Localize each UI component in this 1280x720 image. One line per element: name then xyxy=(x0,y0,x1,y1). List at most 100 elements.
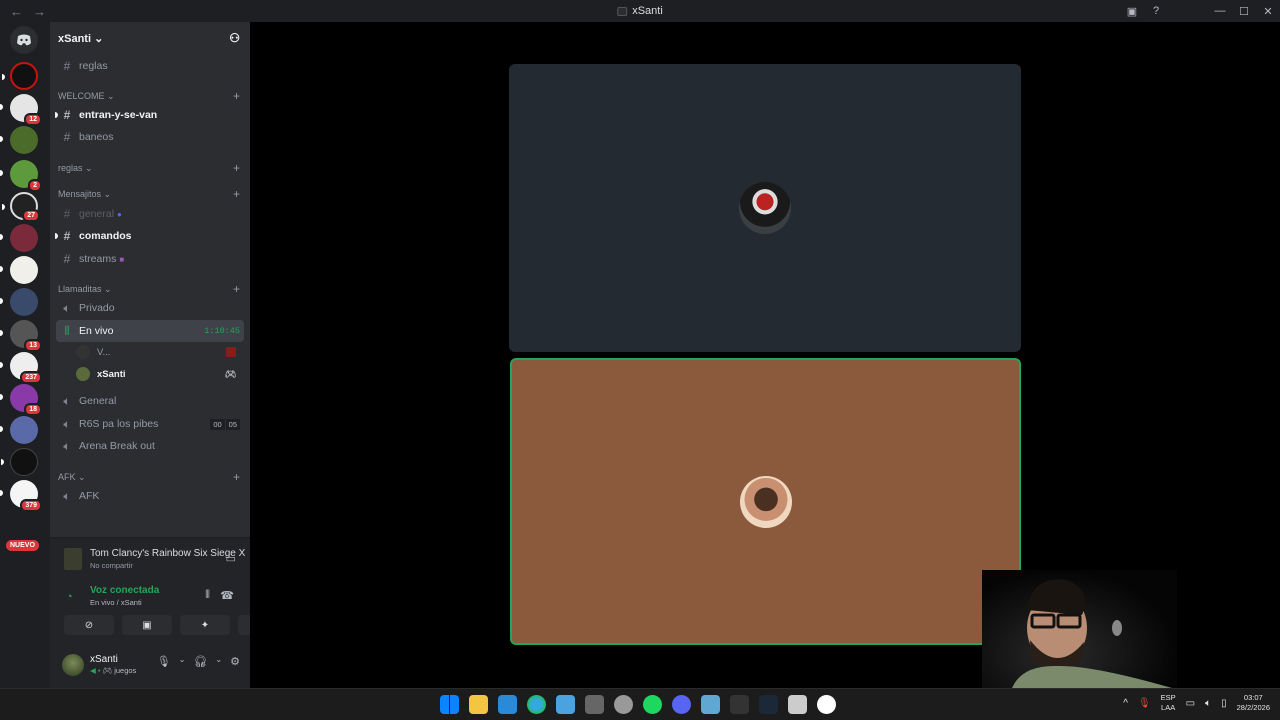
new-badge: NUEVO xyxy=(6,540,39,551)
title-bar: ← → xSanti ▣ ? — ☐ ✕ xyxy=(0,0,1280,22)
participant-tile-speaking[interactable] xyxy=(510,358,1021,645)
hash-icon: # xyxy=(63,207,71,221)
participant-avatar xyxy=(739,182,791,234)
close-icon[interactable]: ✕ xyxy=(1256,5,1280,18)
discord-home-icon[interactable] xyxy=(10,26,38,54)
server-icon[interactable]: 379 xyxy=(0,480,42,512)
add-channel-icon[interactable]: + xyxy=(233,470,240,484)
server-icon[interactable] xyxy=(0,256,38,284)
user-panel: xSanti ◀︎ • 🎮︎ juegos 🎙︎ ⌄ 🎧︎ ⌄ ⚙ xyxy=(50,641,250,688)
gear-icon[interactable]: ⚙ xyxy=(230,655,240,668)
back-arrow-icon[interactable]: ← xyxy=(10,4,23,19)
voice-channel-en-vivo[interactable]: ⦀ En vivo 1:10:45 xyxy=(56,320,244,342)
noise-suppression-icon[interactable]: ⦀ xyxy=(205,589,210,602)
steam-icon[interactable] xyxy=(759,695,778,714)
help-icon[interactable]: ? xyxy=(1144,5,1168,17)
server-icon[interactable] xyxy=(0,224,38,252)
calculator-icon[interactable] xyxy=(585,695,604,714)
add-member-icon[interactable]: ⚇ xyxy=(229,31,240,45)
microphone-icon[interactable]: 🎙︎ xyxy=(1138,698,1151,709)
server-icon[interactable]: 13 xyxy=(0,320,42,352)
server-list: 12 2 27 13 237 18 379 NUEVO xyxy=(0,22,50,688)
category-welcome[interactable]: WELCOME ⌄ + xyxy=(58,88,240,104)
headphones-icon[interactable]: 🎧︎ xyxy=(193,655,207,668)
avatar xyxy=(76,345,90,359)
network-icon[interactable]: ▭ xyxy=(1186,698,1195,709)
hash-icon: # xyxy=(63,252,71,266)
battery-icon[interactable]: ▯ xyxy=(1221,698,1227,709)
category-mensajitos[interactable]: Mensajitos ⌄ + xyxy=(58,186,240,202)
voice-connection-panel: ◔ Voz conectada En vivo / xSanti ⦀ ☎ ⊘ ▣… xyxy=(50,579,288,641)
speaker-icon: 🔈︎ xyxy=(63,438,71,453)
window-title-text: xSanti xyxy=(632,5,663,17)
voice-channel-arena[interactable]: 🔈︎ Arena Break out xyxy=(56,435,244,457)
add-channel-icon[interactable]: + xyxy=(233,282,240,296)
spotify-icon[interactable] xyxy=(643,695,662,714)
screen-share-button[interactable]: ▣ xyxy=(122,615,172,635)
start-menu-icon[interactable] xyxy=(440,695,459,714)
volume-icon[interactable]: 🔈︎ xyxy=(1205,698,1211,709)
store-icon[interactable] xyxy=(498,695,517,714)
app-icon[interactable] xyxy=(614,695,633,714)
chevron-up-icon[interactable]: ^ xyxy=(1123,698,1128,709)
microphone-icon[interactable]: 🎙︎ xyxy=(157,655,171,668)
edge-icon[interactable] xyxy=(527,695,546,714)
server-icon[interactable] xyxy=(1,448,38,476)
voice-user[interactable]: xSanti 🎮︎ xyxy=(76,364,240,384)
voice-channel-afk[interactable]: 🔈︎ AFK xyxy=(56,485,244,507)
server-icon[interactable]: 2 xyxy=(0,160,42,192)
server-icon[interactable] xyxy=(0,416,38,444)
category-llamaditas[interactable]: Llamaditas ⌄ + xyxy=(58,281,240,297)
chevron-down-icon[interactable]: ⌄ xyxy=(215,655,222,668)
server-icon[interactable]: 27 xyxy=(2,192,40,222)
server-icon[interactable] xyxy=(0,288,38,316)
game-activity-icon xyxy=(226,347,236,357)
server-header[interactable]: xSanti ⌄ ⚇ xyxy=(50,22,250,54)
category-afk[interactable]: AFK ⌄ + xyxy=(58,469,240,485)
screen-icon[interactable]: ▣ xyxy=(1120,5,1144,18)
voice-channel-r6s[interactable]: 🔈︎ R6S pa los pibes 00 05 xyxy=(56,413,244,435)
server-icon[interactable] xyxy=(2,62,38,90)
server-icon[interactable] xyxy=(0,126,38,154)
maximize-icon[interactable]: ☐ xyxy=(1232,5,1256,18)
chevron-down-icon[interactable]: ⌄ xyxy=(179,655,186,668)
user-name: xSanti xyxy=(90,654,118,665)
notepad-icon[interactable] xyxy=(701,695,720,714)
app-icon[interactable] xyxy=(730,695,749,714)
channel-comandos[interactable]: # comandos xyxy=(55,225,244,247)
discord-icon[interactable] xyxy=(672,695,691,714)
server-icon[interactable]: 18 xyxy=(0,384,42,416)
file-explorer-icon[interactable] xyxy=(469,695,488,714)
voice-channel-general[interactable]: 🔈︎ General xyxy=(56,390,244,412)
user-avatar[interactable] xyxy=(62,653,84,676)
channel-baneos[interactable]: # baneos xyxy=(56,126,244,148)
server-icon[interactable]: 12 xyxy=(0,94,42,126)
minimize-icon[interactable]: — xyxy=(1208,5,1232,17)
share-screen-icon[interactable]: ▭ xyxy=(226,552,236,565)
channel-general[interactable]: # general ● xyxy=(56,203,244,225)
forward-arrow-icon[interactable]: → xyxy=(33,4,46,19)
category-reglas[interactable]: reglas ⌄ + xyxy=(58,160,240,176)
voice-status-subtitle[interactable]: En vivo / xSanti xyxy=(90,598,142,607)
photos-icon[interactable] xyxy=(556,695,575,714)
gamepad-icon: 🎮︎ xyxy=(224,368,236,379)
activities-button[interactable]: ✦ xyxy=(180,615,230,635)
participant-tile[interactable] xyxy=(509,64,1021,352)
voice-user[interactable]: V... xyxy=(76,342,240,362)
server-name: xSanti xyxy=(58,32,92,45)
add-channel-icon[interactable]: + xyxy=(233,161,240,175)
camera-off-button[interactable]: ⊘ xyxy=(64,615,114,635)
server-icon[interactable]: 237 xyxy=(0,352,42,384)
add-channel-icon[interactable]: + xyxy=(233,187,240,201)
hash-icon: # xyxy=(63,108,71,122)
channel-streams[interactable]: # streams ■ xyxy=(56,248,244,270)
channel-entran-y-se-van[interactable]: # entran-y-se-van xyxy=(55,104,244,126)
voice-channel-privado[interactable]: 🔈︎ Privado xyxy=(56,297,244,319)
clock[interactable]: 03:07 28/2/2026 xyxy=(1237,693,1270,713)
disconnect-icon[interactable]: ☎ xyxy=(220,589,234,602)
add-channel-icon[interactable]: + xyxy=(233,89,240,103)
channel-reglas[interactable]: # reglas xyxy=(56,55,244,77)
app-icon[interactable] xyxy=(788,695,807,714)
app-icon[interactable] xyxy=(817,695,836,714)
language-indicator[interactable]: ESP LAA xyxy=(1161,693,1176,713)
